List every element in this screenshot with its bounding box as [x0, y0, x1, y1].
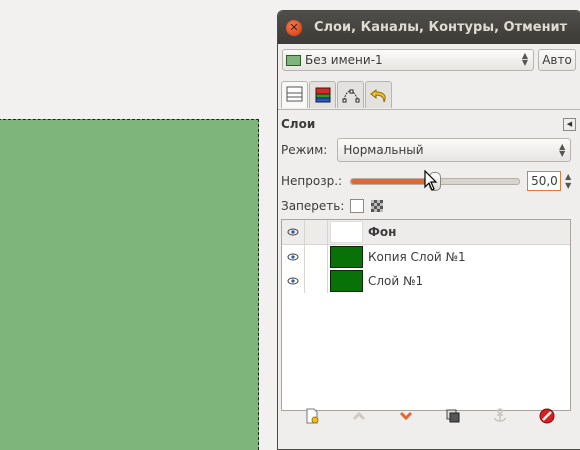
image-thumbnail	[286, 54, 301, 66]
channels-icon	[315, 87, 330, 103]
auto-button[interactable]: Авто	[538, 49, 576, 71]
dialog-title: Слои, Каналы, Контуры, Отменит	[314, 20, 568, 35]
layers-icon	[286, 86, 302, 102]
dialog-titlebar: ✕ Слои, Каналы, Контуры, Отменит	[278, 11, 580, 44]
image-select-value: Без имени-1	[305, 53, 383, 67]
anchor-layer-button[interactable]	[491, 407, 509, 425]
close-icon: ✕	[289, 20, 299, 34]
lock-row: Запереть:	[281, 199, 576, 213]
undo-icon	[369, 88, 386, 103]
opacity-spin-arrows-icon[interactable]: ▲ ▼	[565, 172, 571, 190]
raise-layer-button[interactable]	[350, 407, 368, 425]
opacity-input[interactable]: 50,0	[527, 171, 562, 191]
lock-label: Запереть:	[281, 199, 345, 213]
lock-alpha-icon[interactable]	[371, 200, 384, 212]
image-selector-row: Без имени-1 ▲ ▼ Авто	[278, 44, 580, 76]
raise-layer-icon	[352, 411, 365, 421]
mouse-pointer-icon	[424, 170, 438, 191]
lower-layer-button[interactable]	[397, 407, 415, 425]
tab-undo-history[interactable]	[365, 81, 392, 108]
chain-toggle[interactable]	[304, 269, 328, 293]
canvas-layer[interactable]	[0, 119, 259, 450]
layer-row[interactable]: Копия Слой №1	[282, 245, 570, 269]
eye-icon[interactable]	[282, 269, 304, 293]
tab-layers[interactable]	[281, 81, 308, 108]
chain-toggle[interactable]	[304, 220, 328, 244]
panel-header: Слои ◀	[281, 116, 576, 132]
layer-row[interactable]: Фон	[282, 220, 570, 245]
layers-toolbar	[278, 404, 580, 428]
layer-name[interactable]: Копия Слой №1	[368, 250, 466, 264]
chain-toggle[interactable]	[304, 245, 328, 269]
new-layer-icon	[306, 408, 319, 424]
anchor-layer-icon	[494, 408, 506, 422]
opacity-label: Непрозр.:	[281, 174, 343, 188]
dock-tabs	[278, 76, 580, 109]
tab-paths[interactable]	[337, 81, 364, 108]
mode-label: Режим:	[281, 143, 328, 157]
image-select[interactable]: Без имени-1 ▲ ▼	[282, 49, 534, 71]
select-arrows-icon: ▲ ▼	[521, 51, 528, 67]
layer-thumbnail	[329, 221, 363, 243]
eye-icon[interactable]	[282, 245, 304, 269]
eye-icon[interactable]	[282, 220, 304, 244]
mode-select[interactable]: Нормальный ▲ ▼	[337, 138, 572, 162]
layers-panel: Слои ◀ Режим: Нормальный ▲ ▼ Непрозр.: 50…	[278, 109, 580, 411]
opacity-slider-fill	[351, 178, 436, 184]
tab-channels[interactable]	[309, 81, 336, 108]
lock-pixels-checkbox[interactable]	[350, 199, 365, 213]
close-button[interactable]: ✕	[286, 19, 302, 36]
panel-title: Слои	[281, 117, 316, 131]
duplicate-layer-button[interactable]	[444, 407, 462, 425]
mode-value: Нормальный	[343, 143, 424, 157]
select-arrows-icon: ▲ ▼	[559, 142, 566, 158]
layer-name[interactable]: Фон	[368, 225, 396, 239]
paths-icon	[342, 89, 359, 103]
layer-name[interactable]: Слой №1	[368, 274, 423, 288]
duplicate-layer-icon	[446, 409, 460, 423]
layer-list[interactable]: Фон Копия Слой №1 Слой №1	[281, 219, 571, 411]
layers-dialog: ✕ Слои, Каналы, Контуры, Отменит Без име…	[277, 10, 580, 450]
layer-thumbnail	[329, 246, 363, 268]
panel-menu-button[interactable]: ◀	[563, 117, 576, 131]
lower-layer-icon	[399, 411, 412, 421]
delete-layer-icon	[539, 408, 555, 424]
layer-row[interactable]: Слой №1	[282, 269, 570, 293]
delete-layer-button[interactable]	[538, 407, 556, 425]
layer-thumbnail	[329, 270, 363, 292]
new-layer-button[interactable]	[303, 407, 321, 425]
mode-row: Режим: Нормальный ▲ ▼	[281, 138, 576, 162]
